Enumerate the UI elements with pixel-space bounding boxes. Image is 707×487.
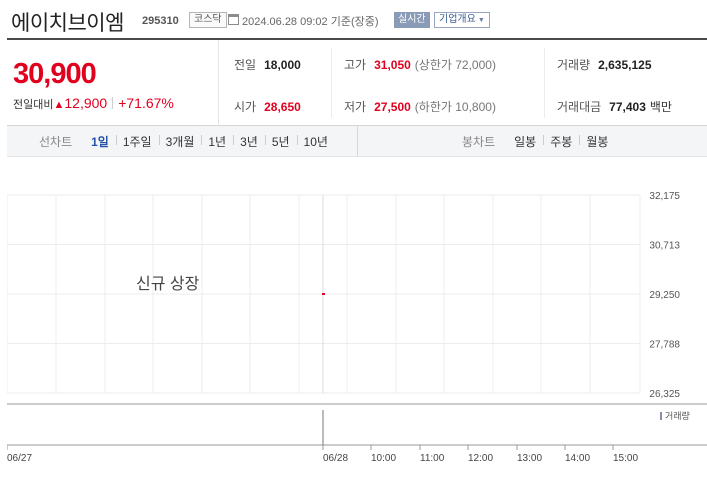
change-rate: +71.67% bbox=[118, 95, 174, 111]
divider bbox=[357, 126, 358, 157]
price-change: 전일대비▲12,900 +71.67% bbox=[13, 95, 174, 112]
stat-value: 2,635,125 bbox=[598, 58, 652, 72]
y-tick-label: 29,250 bbox=[649, 290, 680, 301]
calendar-icon bbox=[228, 14, 239, 25]
price-chart: 32,175 30,713 29,250 27,788 26,325 거래량 06/27 06… bbox=[7, 157, 707, 487]
up-triangle-icon: ▲ bbox=[53, 99, 65, 111]
chart-annotation: 신규 상장 bbox=[136, 276, 200, 293]
divider bbox=[112, 97, 114, 109]
x-tick-label: 14:00 bbox=[565, 453, 590, 464]
period-option[interactable]: 1일 bbox=[84, 133, 116, 150]
stat-label: 거래량 bbox=[557, 58, 591, 72]
change-label: 전일대비 bbox=[13, 99, 54, 111]
period-option[interactable]: 1주일 bbox=[115, 133, 159, 150]
realtime-button[interactable]: 실시간 bbox=[394, 12, 430, 28]
y-tick-label: 32,175 bbox=[649, 191, 680, 202]
stat-value: 18,000 bbox=[264, 58, 301, 72]
y-tick-label: 30,713 bbox=[649, 241, 680, 252]
stat-open: 시가 28,650 bbox=[234, 98, 301, 115]
period-option[interactable]: 10년 bbox=[296, 133, 335, 150]
period-option[interactable]: 3년 bbox=[233, 133, 265, 150]
current-price: 30,900 bbox=[13, 58, 97, 90]
stat-amount: 거래대금 77,403 백만 bbox=[557, 98, 672, 115]
stat-high: 고가 31,050 (상한가 72,000) bbox=[344, 56, 496, 73]
period-option[interactable]: 5년 bbox=[264, 133, 297, 150]
stat-low: 저가 27,500 (하한가 10,800) bbox=[344, 98, 496, 115]
candle-chart-options: 봉차트 일봉 주봉 월봉 bbox=[462, 126, 615, 157]
lower-limit: (하한가 10,800) bbox=[414, 100, 496, 114]
x-tick-label: 12:00 bbox=[468, 453, 493, 464]
candle-chart-label: 봉차트 bbox=[462, 135, 496, 149]
current-price-panel: 30,900 전일대비▲12,900 +71.67% bbox=[7, 40, 219, 126]
chart-canvas: 32,175 30,713 29,250 27,788 26,325 거래량 06/27 06… bbox=[7, 191, 707, 464]
company-overview-dropdown[interactable]: 기업개요 ▼ bbox=[434, 12, 490, 28]
stat-label: 고가 bbox=[344, 58, 367, 72]
timestamp-date: 2024.06.28 09:02 bbox=[242, 16, 328, 28]
x-tick-label: 06/27 bbox=[7, 453, 32, 464]
divider bbox=[544, 48, 545, 118]
stat-value: 31,050 bbox=[374, 58, 411, 72]
stock-header: 에이치브이엠 295310 코스닥 2024.06.28 09:02 기준(장중… bbox=[0, 0, 707, 38]
chevron-down-icon: ▼ bbox=[477, 17, 485, 24]
stat-volume: 거래량 2,635,125 bbox=[557, 56, 652, 73]
change-amount: 12,900 bbox=[64, 95, 108, 111]
period-option[interactable]: 주봉 bbox=[543, 133, 579, 150]
stat-value: 77,403 bbox=[609, 100, 646, 114]
period-option[interactable]: 월봉 bbox=[579, 133, 615, 150]
period-option[interactable]: 일봉 bbox=[507, 133, 543, 150]
x-tick-label: 13:00 bbox=[517, 453, 542, 464]
x-tick-label: 15:00 bbox=[613, 453, 638, 464]
price-summary: 30,900 전일대비▲12,900 +71.67% 전일 18,000 시가 28,… bbox=[7, 38, 707, 126]
market-badge: 코스닥 bbox=[189, 12, 227, 28]
line-chart-label: 선차트 bbox=[39, 135, 73, 149]
chart-period-bar: 선차트 1일 1주일 3개월 1년 3년 5년 10년 봉차트 일봉 주봉 월봉 bbox=[7, 126, 707, 157]
stat-label: 시가 bbox=[234, 100, 257, 114]
volume-legend-swatch bbox=[660, 412, 662, 420]
stat-unit: 백만 bbox=[649, 100, 672, 114]
x-tick-label: 10:00 bbox=[371, 453, 396, 464]
volume-legend-label: 거래량 bbox=[665, 410, 690, 421]
period-option[interactable]: 3개월 bbox=[158, 133, 202, 150]
company-overview-label: 기업개요 bbox=[439, 14, 476, 25]
timestamp: 2024.06.28 09:02 기준(장중) bbox=[242, 13, 379, 29]
stock-code: 295310 bbox=[142, 15, 179, 27]
stat-label: 거래대금 bbox=[557, 100, 602, 114]
period-option[interactable]: 1년 bbox=[201, 133, 233, 150]
y-tick-label: 27,788 bbox=[649, 340, 680, 351]
timestamp-basis: 기준(장중) bbox=[330, 16, 379, 28]
divider bbox=[331, 48, 332, 118]
stat-label: 전일 bbox=[234, 58, 257, 72]
stat-value: 27,500 bbox=[374, 100, 411, 114]
y-tick-label: 26,325 bbox=[649, 389, 680, 400]
stat-prev-close: 전일 18,000 bbox=[234, 56, 301, 73]
x-tick-label: 06/28 bbox=[323, 453, 348, 464]
line-chart-options: 선차트 1일 1주일 3개월 1년 3년 5년 10년 bbox=[39, 126, 335, 157]
upper-limit: (상한가 72,000) bbox=[414, 58, 496, 72]
x-tick-label: 11:00 bbox=[420, 453, 445, 464]
stat-label: 저가 bbox=[344, 100, 367, 114]
stat-value: 28,650 bbox=[264, 100, 301, 114]
stock-name: 에이치브이엠 bbox=[11, 12, 124, 35]
